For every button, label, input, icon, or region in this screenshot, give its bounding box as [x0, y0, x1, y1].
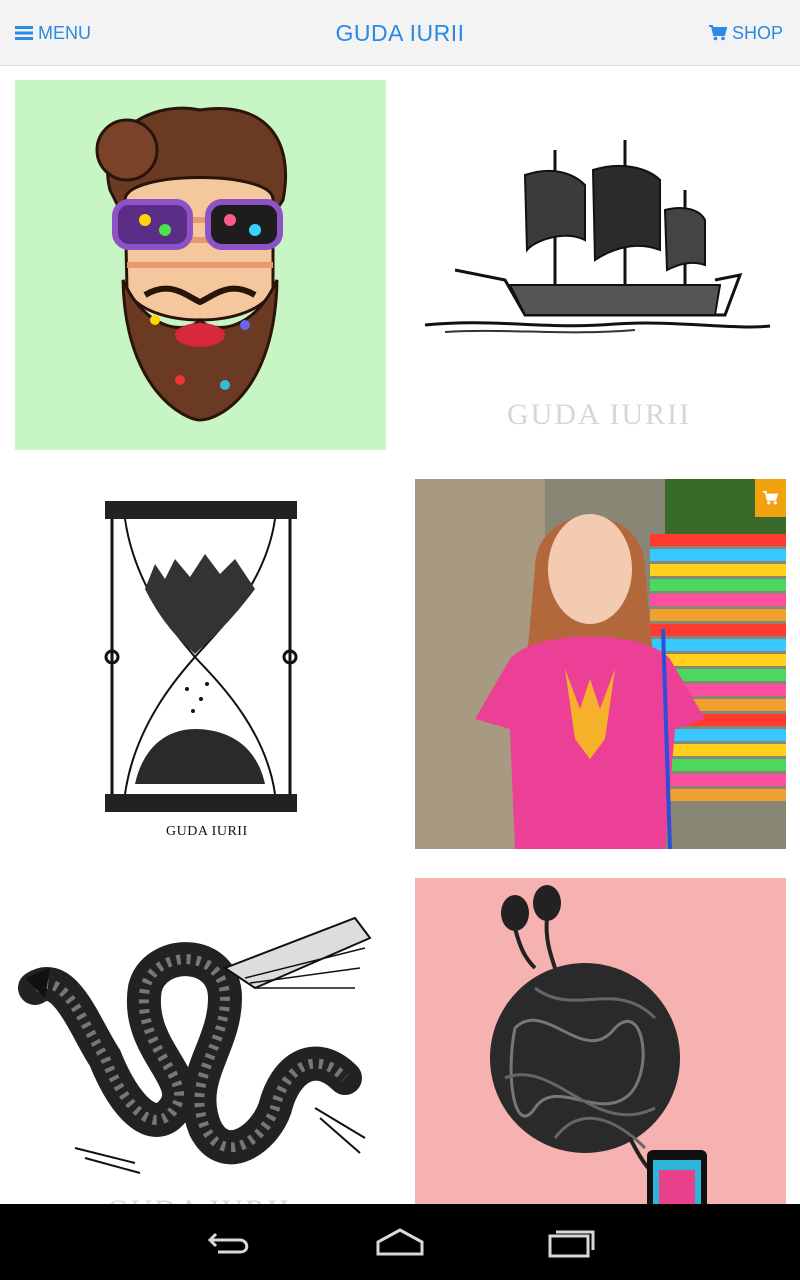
system-navigation-bar: [0, 1204, 800, 1280]
back-icon: [207, 1232, 249, 1254]
woman-tshirt-photo: [415, 479, 786, 849]
site-title-container: GUDA IURII: [0, 0, 800, 66]
recents-icon: [548, 1230, 595, 1258]
gallery-item-serpent-dragon[interactable]: GUDA IURII: [15, 878, 386, 1248]
galleon-ship-illustration: [424, 140, 771, 334]
recents-button[interactable]: [547, 1226, 597, 1263]
add-to-cart-badge[interactable]: [755, 479, 786, 517]
app-header: MENU GUDA IURII SHOP: [0, 0, 800, 66]
watermark-text: GUDA IURII: [507, 398, 692, 431]
site-title[interactable]: GUDA IURII: [336, 20, 465, 46]
serpent-dragon-illustration: [18, 916, 372, 1174]
artist-signature: GUDA IURII: [166, 824, 248, 839]
gallery-item-bearded-man[interactable]: [15, 80, 386, 450]
cart-icon: [762, 491, 778, 505]
gallery-item-hourglass[interactable]: GUDA IURII: [15, 479, 386, 849]
bearded-man-illustration: [95, 106, 288, 422]
cart-icon: [708, 25, 727, 41]
home-button[interactable]: [375, 1226, 425, 1263]
back-button[interactable]: [206, 1226, 254, 1261]
gallery-item-tangled-earphones[interactable]: [415, 878, 786, 1248]
shop-button[interactable]: SHOP: [708, 0, 783, 66]
home-icon: [376, 1228, 424, 1256]
tangled-earphones-illustration: [490, 885, 707, 1240]
shop-label: SHOP: [731, 22, 783, 43]
hourglass-illustration: [104, 501, 298, 812]
gallery-item-galleon-ship[interactable]: GUDA IURII: [415, 80, 786, 450]
gallery-item-woman-tshirt[interactable]: [415, 479, 786, 849]
